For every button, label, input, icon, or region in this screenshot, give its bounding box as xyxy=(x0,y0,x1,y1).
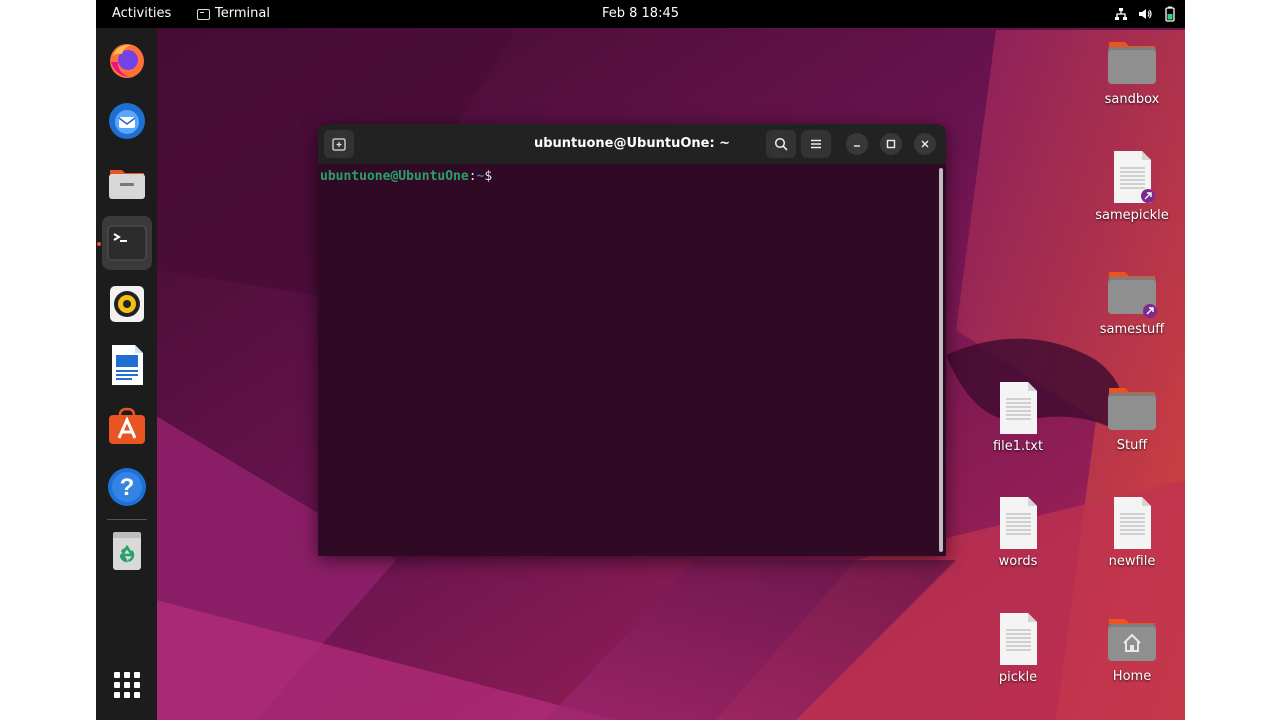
desktop-icon-label: newfile xyxy=(1108,554,1156,569)
desktop-icon-words[interactable]: words xyxy=(968,496,1068,570)
volume-icon xyxy=(1139,9,1152,19)
search-button[interactable] xyxy=(766,130,796,158)
minimize-button[interactable] xyxy=(846,133,868,155)
menu-icon xyxy=(811,139,821,149)
terminal-content[interactable]: ubuntuone@UbuntuOne:~$ xyxy=(318,164,946,556)
menu-button[interactable] xyxy=(801,130,831,158)
home-folder-icon xyxy=(1108,619,1156,661)
desktop-icon-label: file1.txt xyxy=(992,439,1044,454)
desktop-icon-label: pickle xyxy=(998,670,1038,685)
trash-icon xyxy=(113,532,141,570)
file-link-icon xyxy=(1114,151,1155,203)
search-icon xyxy=(774,137,788,151)
battery-icon xyxy=(1165,6,1175,22)
text-file-icon xyxy=(1000,613,1037,665)
desktop-icon-pickle[interactable]: pickle xyxy=(968,612,1068,686)
dock-item-terminal[interactable] xyxy=(102,216,152,270)
dock-item-software[interactable] xyxy=(102,399,152,453)
desktop-icon-label: Home xyxy=(1112,669,1152,684)
desktop-icon-file1[interactable]: file1.txt xyxy=(968,381,1068,455)
dock-item-rhythmbox[interactable] xyxy=(102,277,152,331)
terminal-icon xyxy=(197,8,210,20)
dock: ? xyxy=(96,28,157,720)
prompt-symbol: $ xyxy=(484,169,493,184)
desktop-icon-label: samepickle xyxy=(1095,208,1169,223)
thunderbird-icon xyxy=(109,103,145,139)
clock[interactable]: Feb 8 18:45 xyxy=(602,6,679,21)
svg-text:?: ? xyxy=(120,474,135,501)
maximize-button[interactable] xyxy=(880,133,902,155)
close-button[interactable] xyxy=(914,133,936,155)
firefox-icon xyxy=(110,44,144,78)
terminal-headerbar[interactable]: ubuntuone@UbuntuOne: ~ xyxy=(318,124,946,164)
desktop-icon-samestuff[interactable]: samestuff xyxy=(1082,266,1182,338)
rhythmbox-icon xyxy=(110,286,144,322)
text-file-icon xyxy=(1000,497,1037,549)
desktop-icon-stuff[interactable]: Stuff xyxy=(1082,382,1182,454)
dock-separator xyxy=(107,519,147,520)
desktop-icon-label: samestuff xyxy=(1099,322,1165,337)
top-bar: Activities Terminal Feb 8 18:45 xyxy=(96,0,1185,28)
desktop-icon-sandbox[interactable]: sandbox xyxy=(1082,36,1182,108)
dock-item-firefox[interactable] xyxy=(102,33,152,87)
desktop-icon-label: sandbox xyxy=(1104,92,1160,107)
new-tab-button[interactable] xyxy=(324,130,354,158)
dock-item-show-apps[interactable] xyxy=(102,658,152,712)
desktop-icon-newfile[interactable]: newfile xyxy=(1082,496,1182,570)
dock-item-thunderbird[interactable] xyxy=(102,94,152,148)
folder-icon xyxy=(1108,388,1156,430)
desktop-icon-home[interactable]: Home xyxy=(1082,613,1182,685)
folder-icon xyxy=(1108,42,1156,84)
app-menu[interactable]: Terminal xyxy=(197,0,270,28)
dock-item-files[interactable] xyxy=(102,155,152,209)
desktop-icon-label: Stuff xyxy=(1116,438,1148,453)
app-grid-icon xyxy=(114,672,140,698)
files-icon xyxy=(109,170,145,199)
terminal-window[interactable]: ubuntuone@UbuntuOne: ~ ubuntuone@UbuntuO… xyxy=(318,124,946,556)
terminal-title: ubuntuone@UbuntuOne: ~ xyxy=(533,136,731,151)
desktop-icon-label: words xyxy=(998,554,1038,569)
text-file-icon xyxy=(1000,382,1037,434)
terminal-prompt-line: ubuntuone@UbuntuOne:~$ xyxy=(320,169,492,184)
dock-item-writer[interactable] xyxy=(102,338,152,392)
text-file-icon xyxy=(1114,497,1151,549)
help-icon: ? xyxy=(108,468,146,506)
close-icon xyxy=(921,140,929,148)
dock-item-trash[interactable] xyxy=(102,524,152,578)
folder-link-icon xyxy=(1108,272,1157,318)
new-tab-icon xyxy=(332,138,346,151)
software-icon xyxy=(109,407,145,444)
activities-button[interactable]: Activities xyxy=(112,0,171,28)
app-name: Terminal xyxy=(215,6,270,21)
writer-icon xyxy=(112,345,143,385)
dock-item-help[interactable]: ? xyxy=(102,460,152,514)
prompt-user: ubuntuone@UbuntuOne xyxy=(320,169,469,184)
system-status-area[interactable] xyxy=(1114,0,1177,28)
network-icon xyxy=(1115,8,1127,20)
terminal-scrollbar[interactable] xyxy=(939,168,943,552)
running-indicator xyxy=(97,242,101,246)
minimize-icon xyxy=(854,145,860,147)
desktop-screen: Activities Terminal Feb 8 18:45 ? ubuntu… xyxy=(96,0,1185,720)
desktop-icon-samepickle[interactable]: samepickle xyxy=(1082,150,1182,224)
prompt-separator: : xyxy=(468,169,477,184)
terminal-icon xyxy=(107,225,147,261)
maximize-icon xyxy=(886,139,896,149)
